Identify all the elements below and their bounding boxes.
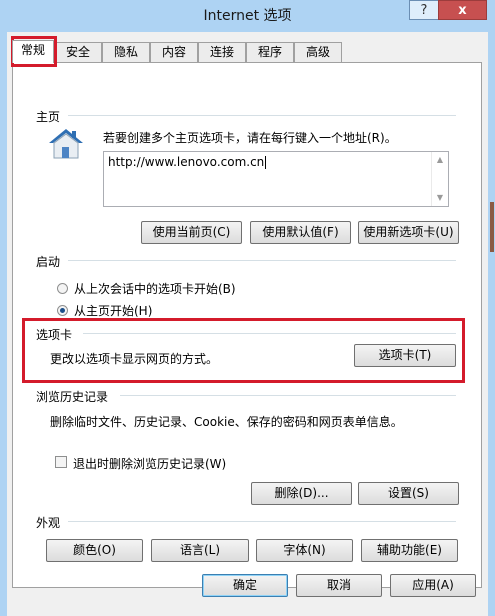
startup-last-session-label[interactable]: 从上次会话中的选项卡开始(B) — [74, 280, 236, 297]
home-description: 若要创建多个主页选项卡，请在每行键入一个地址(R)。 — [103, 131, 397, 145]
history-section-title: 浏览历史记录 — [36, 390, 109, 404]
appearance-section-title: 外观 — [36, 516, 61, 530]
window-frame-right — [488, 32, 495, 616]
history-section-divider — [120, 395, 456, 396]
startup-home-page-label[interactable]: 从主页开始(H) — [74, 302, 152, 319]
tab-content[interactable]: 内容 — [150, 42, 198, 62]
home-icon — [49, 129, 83, 159]
cancel-button[interactable]: 取消 — [296, 574, 382, 597]
textarea-scrollbar[interactable]: ▲ ▼ — [431, 152, 448, 206]
window-frame-left — [0, 32, 7, 616]
apply-button[interactable]: 应用(A) — [390, 574, 476, 597]
tab-connections[interactable]: 连接 — [198, 42, 246, 62]
home-url-textarea[interactable]: http://www.lenovo.com.cn ▲ ▼ — [103, 151, 449, 207]
home-section-title: 主页 — [36, 110, 61, 124]
background-scrollbar — [490, 202, 494, 252]
dialog-client: 常规 安全 隐私 内容 连接 程序 高级 主页 若要创建多个主页选项卡，请在每行… — [7, 32, 488, 616]
tab-general[interactable]: 常规 — [12, 40, 54, 63]
home-section-divider — [68, 115, 456, 116]
startup-last-session-radio[interactable] — [57, 283, 68, 294]
startup-section-title: 启动 — [36, 255, 61, 269]
tab-programs[interactable]: 程序 — [246, 42, 294, 62]
use-current-page-button[interactable]: 使用当前页(C) — [141, 221, 242, 244]
appearance-section-divider — [68, 521, 456, 522]
ok-button[interactable]: 确定 — [202, 574, 288, 597]
use-default-button[interactable]: 使用默认值(F) — [250, 221, 351, 244]
use-new-tab-button[interactable]: 使用新选项卡(U) — [358, 221, 459, 244]
highlight-box-tabs-section — [22, 318, 465, 383]
startup-section-divider — [68, 260, 456, 261]
text-caret — [265, 156, 267, 169]
help-button[interactable]: ? — [409, 0, 439, 20]
tab-security[interactable]: 安全 — [54, 42, 102, 62]
history-settings-button[interactable]: 设置(S) — [358, 482, 459, 505]
delete-history-on-exit-checkbox[interactable] — [55, 456, 67, 468]
scroll-down-icon[interactable]: ▼ — [432, 190, 448, 206]
fonts-button[interactable]: 字体(N) — [256, 539, 353, 562]
scroll-up-icon[interactable]: ▲ — [432, 152, 448, 168]
home-url-value: http://www.lenovo.com.cn — [108, 155, 267, 169]
general-tab-panel: 主页 若要创建多个主页选项卡，请在每行键入一个地址(R)。 http://www… — [12, 62, 482, 588]
close-button[interactable]: x — [438, 0, 487, 20]
languages-button[interactable]: 语言(L) — [151, 539, 249, 562]
delete-history-button[interactable]: 删除(D)... — [251, 482, 352, 505]
title-bar: Internet 选项 ? x — [0, 0, 495, 32]
accessibility-button[interactable]: 辅助功能(E) — [361, 539, 458, 562]
tab-advanced[interactable]: 高级 — [294, 42, 342, 62]
delete-history-on-exit-label[interactable]: 退出时删除浏览历史记录(W) — [73, 455, 226, 472]
history-description: 删除临时文件、历史记录、Cookie、保存的密码和网页表单信息。 — [50, 415, 403, 429]
colors-button[interactable]: 颜色(O) — [46, 539, 143, 562]
tab-privacy[interactable]: 隐私 — [102, 42, 150, 62]
startup-home-page-radio[interactable] — [57, 305, 68, 316]
